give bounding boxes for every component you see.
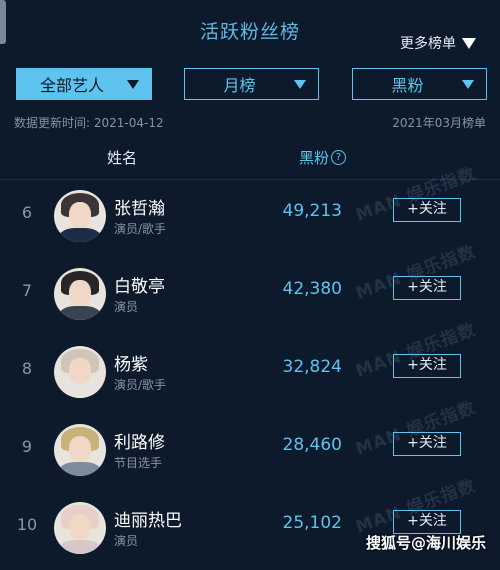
avatar-face (69, 202, 91, 228)
avatar-body (59, 306, 101, 320)
triangle-down-icon (462, 37, 476, 49)
chevron-down-icon (127, 79, 139, 89)
avatar-face (69, 280, 91, 306)
avatar-body (59, 384, 101, 398)
avatar-face (69, 514, 91, 540)
artist-filter-label: 全部艺人 (39, 76, 104, 95)
source-watermark: 搜狐号@海川娱乐 (365, 534, 486, 552)
column-header-fans: 黑粉 ? (299, 147, 347, 168)
avatar-body (59, 462, 101, 476)
follow-button[interactable]: +关注 (393, 510, 461, 534)
chevron-down-icon (294, 79, 306, 89)
rank-number: 8 (21, 359, 33, 378)
artist-name[interactable]: 杨紫 (114, 350, 148, 375)
fan-count: 28,460 (282, 435, 342, 455)
table-row[interactable]: MAN 娱乐指数 7 白敬亭 演员 42,380 +关注 (0, 242, 500, 336)
period-filter-dropdown[interactable]: 月榜 (184, 68, 319, 100)
fan-type-filter-dropdown[interactable]: 黑粉 (352, 68, 487, 100)
period-label: 2021年03月榜单 (392, 116, 486, 130)
rank-number: 9 (21, 437, 33, 456)
follow-button[interactable]: +关注 (393, 354, 461, 378)
rank-number: 6 (21, 203, 33, 222)
fan-type-filter-label: 黑粉 (391, 76, 424, 95)
follow-button[interactable]: +关注 (393, 432, 461, 456)
artist-name[interactable]: 张哲瀚 (114, 194, 165, 219)
artist-role: 演员 (114, 300, 139, 314)
more-rankings-button[interactable]: 更多榜单 (400, 33, 476, 53)
fan-count: 42,380 (282, 279, 342, 299)
period-filter-label: 月榜 (223, 76, 256, 95)
avatar-body (59, 228, 101, 242)
table-row[interactable]: MAN 娱乐指数 10 迪丽热巴 演员 25,102 +关注 (0, 476, 500, 570)
meta-info: 数据更新时间: 2021-04-12 2021年03月榜单 (14, 114, 486, 131)
column-header-name: 姓名 (107, 149, 138, 167)
avatar[interactable] (54, 424, 106, 476)
help-icon[interactable]: ? (331, 150, 347, 165)
artist-filter-dropdown[interactable]: 全部艺人 (16, 68, 152, 100)
fan-count: 32,824 (282, 357, 342, 377)
table-row[interactable]: MAN 娱乐指数 9 利路修 节目选手 28,460 +关注 (0, 398, 500, 492)
filter-bar: 全部艺人 月榜 黑粉 (0, 68, 500, 104)
follow-button[interactable]: +关注 (393, 198, 461, 222)
artist-role: 演员/歌手 (114, 222, 167, 236)
update-time: 数据更新时间: 2021-04-12 (14, 116, 164, 130)
artist-name[interactable]: 迪丽热巴 (114, 506, 182, 531)
artist-name[interactable]: 利路修 (114, 428, 165, 453)
table-row[interactable]: MAN 娱乐指数 8 杨紫 演员/歌手 32,824 +关注 (0, 320, 500, 414)
avatar[interactable] (54, 346, 106, 398)
follow-button[interactable]: +关注 (393, 276, 461, 300)
table-row[interactable]: MAN 娱乐指数 6 张哲瀚 演员/歌手 49,213 +关注 (0, 164, 500, 258)
chevron-down-icon (462, 79, 474, 89)
artist-role: 演员/歌手 (114, 378, 167, 392)
avatar[interactable] (54, 190, 106, 242)
avatar[interactable] (54, 268, 106, 320)
artist-role: 节目选手 (114, 456, 163, 470)
artist-role: 演员 (114, 534, 139, 548)
artist-name[interactable]: 白敬亭 (114, 272, 165, 297)
top-bar: 活跃粉丝榜 更多榜单 (0, 0, 500, 60)
avatar-body (59, 540, 101, 554)
rank-number: 10 (16, 515, 38, 534)
avatar-face (69, 358, 91, 384)
avatar[interactable] (54, 502, 106, 554)
column-header-fans-label: 黑粉 (299, 149, 330, 167)
rank-number: 7 (21, 281, 33, 300)
fan-count: 49,213 (282, 201, 342, 221)
fan-count: 25,102 (282, 513, 342, 533)
more-rankings-label: 更多榜单 (400, 36, 456, 52)
avatar-face (69, 436, 91, 462)
